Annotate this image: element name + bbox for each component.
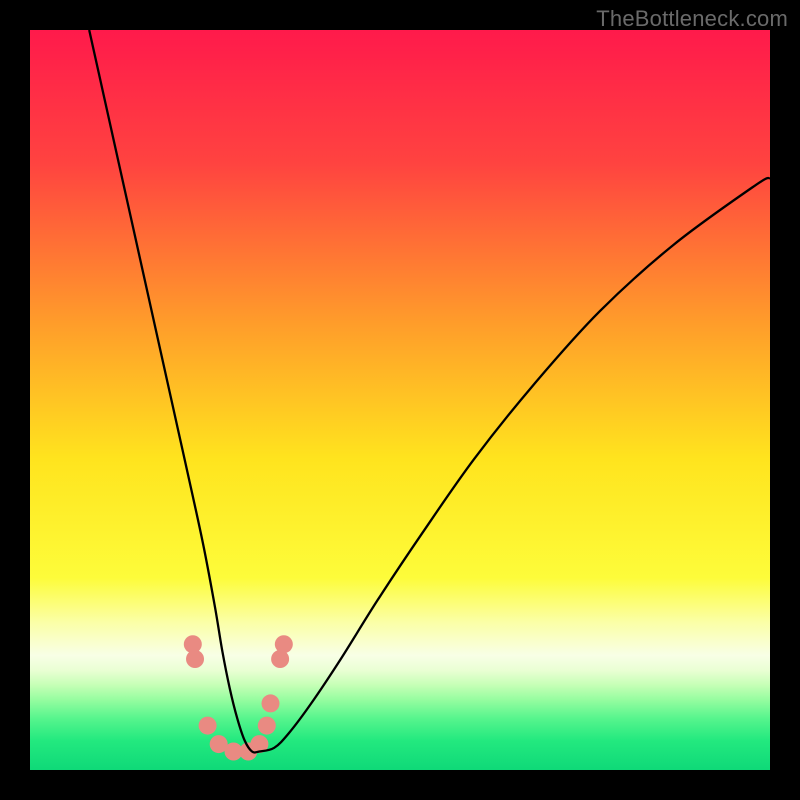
marker-dot	[186, 650, 204, 668]
curve-layer	[30, 30, 770, 770]
marker-dot	[258, 717, 276, 735]
highlight-dots	[184, 635, 293, 760]
marker-dot	[199, 717, 217, 735]
marker-dot	[275, 635, 293, 653]
chart-frame: TheBottleneck.com	[0, 0, 800, 800]
watermark-text: TheBottleneck.com	[596, 6, 788, 32]
plot-area	[30, 30, 770, 770]
marker-dot	[262, 694, 280, 712]
